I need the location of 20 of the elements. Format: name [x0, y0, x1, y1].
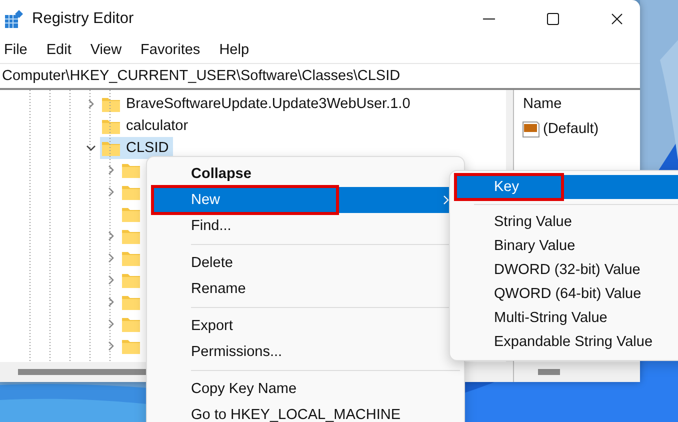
tree-item[interactable]: BraveSoftwareUpdate.Update3WebUser.1.0 [126, 96, 410, 112]
menu-bar-item[interactable]: File [0, 42, 34, 58]
menu-bar-item[interactable]: Favorites [136, 42, 208, 58]
menu-item[interactable]: String Value [454, 210, 678, 234]
menu-item[interactable]: Multi-String Value [454, 306, 678, 330]
menu-item[interactable]: Key [454, 175, 678, 199]
menu-item[interactable]: Expandable String Value [454, 330, 678, 354]
menu-bar-item[interactable]: Edit [42, 42, 78, 58]
menu-item[interactable]: Go to HKEY_LOCAL_MACHINE [151, 402, 460, 422]
value-name[interactable]: (Default) [543, 121, 599, 137]
menu-item[interactable]: Binary Value [454, 234, 678, 258]
menu-item[interactable]: QWORD (64-bit) Value [454, 282, 678, 306]
menu-bar-item[interactable]: Help [215, 42, 256, 58]
menu-bar-item[interactable]: View [86, 42, 129, 58]
menu-item[interactable]: Copy Key Name [151, 376, 460, 402]
tree-item[interactable]: calculator [126, 118, 188, 134]
address-bar[interactable]: Computer\HKEY_CURRENT_USER\Software\Classes\CLSID [0, 63, 640, 90]
menu-item[interactable]: DWORD (32-bit) Value [454, 258, 678, 282]
window-title: Registry Editor [32, 10, 135, 28]
column-header[interactable]: Name [514, 90, 640, 120]
